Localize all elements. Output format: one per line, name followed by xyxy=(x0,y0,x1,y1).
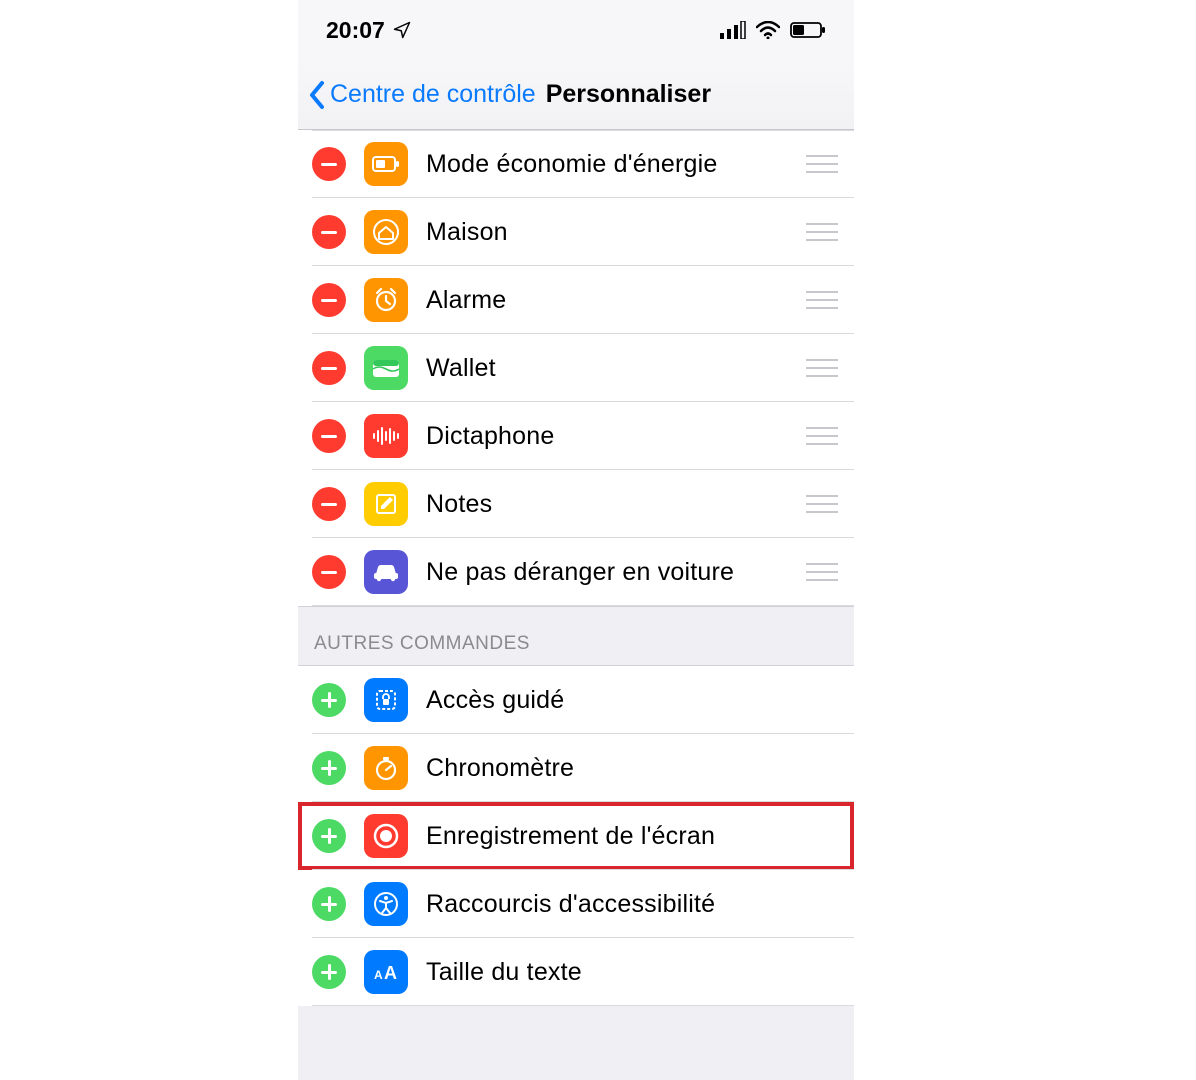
row-accessibility-shortcuts[interactable]: Raccourcis d'accessibilité xyxy=(298,870,854,938)
home-icon xyxy=(364,210,408,254)
reorder-handle[interactable] xyxy=(806,155,838,173)
row-label: Ne pas déranger en voiture xyxy=(426,558,806,587)
reorder-handle[interactable] xyxy=(806,495,838,513)
row-alarm[interactable]: Alarme xyxy=(298,266,854,334)
row-label: Raccourcis d'accessibilité xyxy=(426,890,838,919)
section-title: AUTRES COMMANDES xyxy=(314,633,530,655)
row-dnd-driving[interactable]: Ne pas déranger en voiture xyxy=(298,538,854,606)
row-text-size[interactable]: AA Taille du texte xyxy=(298,938,854,1006)
row-notes[interactable]: Notes xyxy=(298,470,854,538)
more-list: Accès guidé Chronomètre Enregistrement d… xyxy=(298,666,854,1006)
waveform-icon xyxy=(364,414,408,458)
row-label: Notes xyxy=(426,490,806,519)
row-label: Wallet xyxy=(426,354,806,383)
row-label: Chronomètre xyxy=(426,754,838,783)
back-button[interactable]: Centre de contrôle xyxy=(308,80,536,110)
svg-text:A: A xyxy=(384,963,397,983)
section-header-more: AUTRES COMMANDES xyxy=(298,606,854,666)
row-screen-recording[interactable]: Enregistrement de l'écran xyxy=(298,802,854,870)
back-label: Centre de contrôle xyxy=(330,80,536,109)
reorder-handle[interactable] xyxy=(806,427,838,445)
wallet-icon xyxy=(364,346,408,390)
remove-button[interactable] xyxy=(312,487,346,521)
row-label: Mode économie d'énergie xyxy=(426,150,806,179)
row-label: Accès guidé xyxy=(426,686,838,715)
alarm-icon xyxy=(364,278,408,322)
notes-icon xyxy=(364,482,408,526)
row-voice-memos[interactable]: Dictaphone xyxy=(298,402,854,470)
signal-icon xyxy=(720,21,746,39)
row-label: Taille du texte xyxy=(426,958,838,987)
row-label: Maison xyxy=(426,218,806,247)
remove-button[interactable] xyxy=(312,147,346,181)
add-button[interactable] xyxy=(312,887,346,921)
wifi-icon xyxy=(756,21,780,39)
add-button[interactable] xyxy=(312,955,346,989)
status-bar: 20:07 xyxy=(298,0,854,60)
status-time: 20:07 xyxy=(326,17,385,44)
row-label: Alarme xyxy=(426,286,806,315)
phone-frame: 20:07 Centre de contrôle Personnaliser xyxy=(298,0,854,1080)
add-button[interactable] xyxy=(312,819,346,853)
row-label: Dictaphone xyxy=(426,422,806,451)
reorder-handle[interactable] xyxy=(806,223,838,241)
row-home[interactable]: Maison xyxy=(298,198,854,266)
remove-button[interactable] xyxy=(312,419,346,453)
row-stopwatch[interactable]: Chronomètre xyxy=(298,734,854,802)
row-label: Enregistrement de l'écran xyxy=(426,822,838,851)
text-size-icon: AA xyxy=(364,950,408,994)
guided-access-icon xyxy=(364,678,408,722)
svg-text:A: A xyxy=(374,968,383,982)
row-low-power[interactable]: Mode économie d'énergie xyxy=(298,130,854,198)
accessibility-icon xyxy=(364,882,408,926)
chevron-left-icon xyxy=(308,80,326,110)
reorder-handle[interactable] xyxy=(806,359,838,377)
row-guided-access[interactable]: Accès guidé xyxy=(298,666,854,734)
battery-icon xyxy=(790,21,826,39)
location-icon xyxy=(393,21,411,39)
screen-record-icon xyxy=(364,814,408,858)
reorder-handle[interactable] xyxy=(806,291,838,309)
battery-mode-icon xyxy=(364,142,408,186)
nav-bar: Centre de contrôle Personnaliser xyxy=(298,60,854,130)
reorder-handle[interactable] xyxy=(806,563,838,581)
remove-button[interactable] xyxy=(312,555,346,589)
stopwatch-icon xyxy=(364,746,408,790)
car-icon xyxy=(364,550,408,594)
remove-button[interactable] xyxy=(312,283,346,317)
remove-button[interactable] xyxy=(312,351,346,385)
add-button[interactable] xyxy=(312,683,346,717)
remove-button[interactable] xyxy=(312,215,346,249)
nav-title: Personnaliser xyxy=(546,80,711,109)
add-button[interactable] xyxy=(312,751,346,785)
included-list: Mode économie d'énergie Maison Alarme xyxy=(298,130,854,606)
row-wallet[interactable]: Wallet xyxy=(298,334,854,402)
